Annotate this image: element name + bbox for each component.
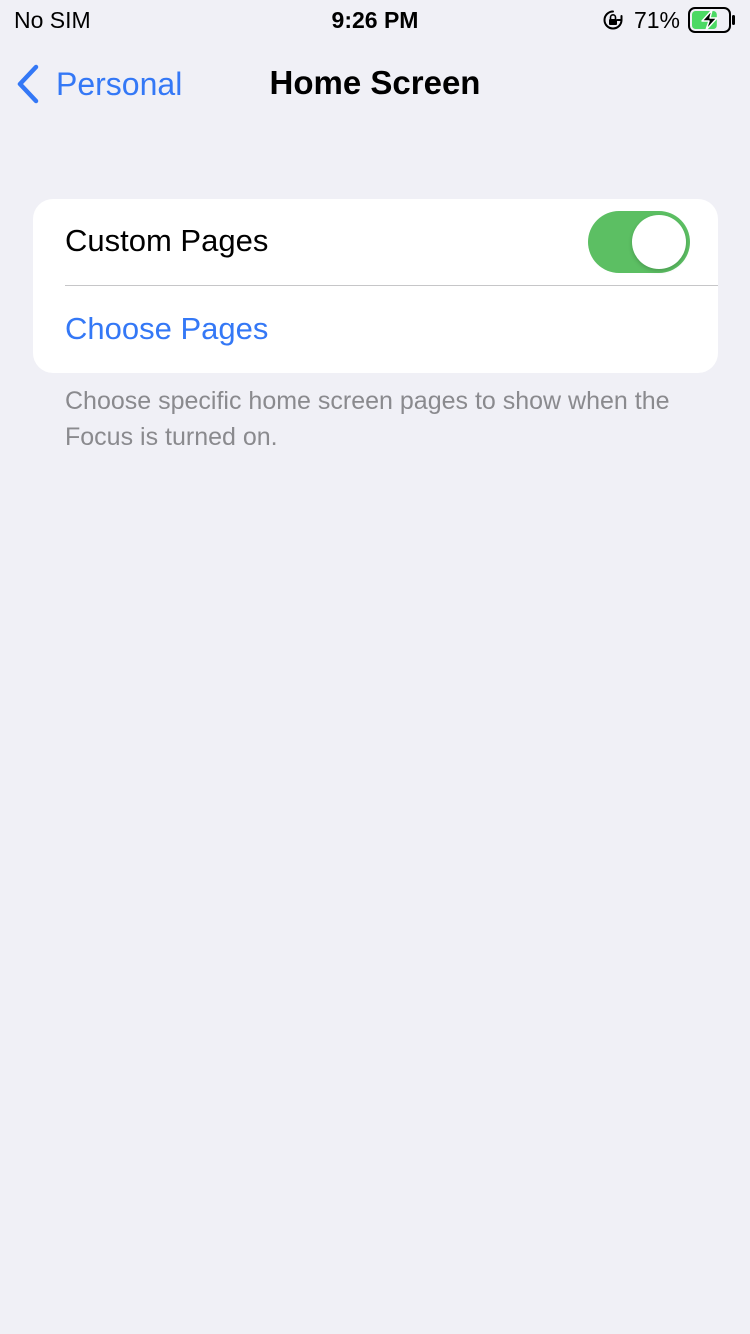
custom-pages-row: Custom Pages [33,199,718,286]
row-separator [65,285,718,286]
footer-description: Choose specific home screen pages to sho… [65,387,670,451]
battery-charging-icon [688,7,735,33]
page-title: Home Screen [269,64,481,101]
status-bar: No SIM 9:26 PM 71% [0,0,750,40]
status-right-group: 71% [602,6,736,34]
settings-group: Custom Pages Choose Pages [33,199,718,373]
custom-pages-label: Custom Pages [65,223,269,258]
orientation-lock-icon [603,10,623,30]
choose-pages-button[interactable]: Choose Pages [65,311,268,347]
custom-pages-toggle[interactable] [588,211,690,273]
navigation-bar: Personal Home Screen [0,50,750,120]
toggle-knob [632,215,686,269]
battery-percent: 71% [633,6,680,33]
